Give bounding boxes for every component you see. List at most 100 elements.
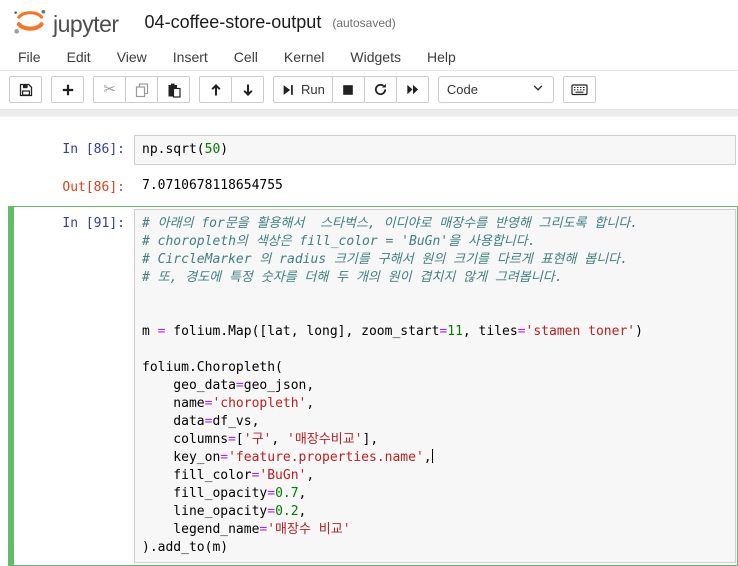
cell-type-value: Code (446, 82, 478, 97)
save-button[interactable] (9, 76, 42, 103)
copy-cell-button[interactable] (125, 76, 158, 103)
menu-item-cell[interactable]: Cell (221, 45, 271, 69)
code-token-plain: legend_name (142, 522, 260, 537)
code-cell: In [86]: np.sqrt(50) Out[86]: 7.07106781186… (8, 132, 738, 200)
output-text: 7.0710678118654755 (142, 178, 283, 193)
fast-forward-icon (405, 82, 420, 97)
add-cell-icon (60, 82, 76, 98)
toolbar-shadow (0, 110, 738, 117)
menu-item-help[interactable]: Help (414, 45, 469, 69)
move-down-icon (240, 82, 256, 98)
save-icon (18, 82, 34, 98)
code-token-comment: # 아래의 for문을 활용해서 스타벅스, 이디야로 매장수를 반영해 그리도… (142, 216, 638, 231)
code-line: # 또, 경도에 특정 숫자를 더해 두 개의 원이 겹치지 않게 그려봅니다. (142, 269, 728, 287)
menu-item-widgets[interactable]: Widgets (337, 45, 414, 69)
code-token-plain: geo_data (142, 378, 236, 393)
menu-item-view[interactable]: View (104, 45, 160, 69)
code-line: geo_data=geo_json, (142, 377, 728, 395)
move-cell-up-button[interactable] (199, 76, 232, 103)
code-token-plain: ) (635, 324, 643, 339)
code-line: # choropleth의 색상은 fill_color = 'BuGn'을 사… (142, 233, 728, 251)
code-token-string: 'stamen toner' (525, 324, 636, 339)
code-token-plain: geo_json, (243, 378, 315, 393)
chevron-down-icon (531, 81, 545, 98)
code-token-number: 11 (447, 324, 463, 339)
cut-cell-button[interactable]: ✂ (93, 76, 126, 103)
code-token-operator: = (235, 378, 244, 393)
code-line: legend_name='매장수 비교' (142, 521, 728, 539)
move-up-icon (208, 82, 224, 98)
code-line: m = folium.Map([lat, long], zoom_start=1… (142, 323, 728, 341)
input-prompt: In [91]: (62, 216, 125, 231)
code-token-plain: line_opacity (142, 504, 268, 519)
paste-cell-button[interactable] (157, 76, 190, 103)
code-token-plain: key_on (142, 450, 221, 465)
code-token-plain: , (298, 486, 307, 501)
keyboard-icon (571, 82, 588, 97)
code-token-string: '매장수비교' (287, 432, 363, 447)
paste-icon (166, 82, 182, 98)
code-token-plain: , tiles (462, 324, 518, 339)
code-token-plain: np.sqrt( (142, 142, 205, 157)
code-line: np.sqrt(50) (142, 141, 728, 159)
stop-icon (341, 83, 355, 97)
code-token-string: 'BuGn' (259, 468, 307, 483)
code-token-plain: , (423, 450, 432, 465)
code-line: # CircleMarker 의 radius 크기를 구해서 원의 크기를 다… (142, 251, 728, 269)
restart-kernel-button[interactable] (363, 76, 397, 103)
run-button[interactable]: Run (273, 76, 333, 103)
code-token-plain: fill_opacity (142, 486, 268, 501)
code-token-string: '매장수 비교' (267, 522, 351, 537)
code-cell-selected: In [91]: # 아래의 for문을 활용해서 스타벅스, 이디야로 매장수를… (8, 206, 738, 566)
code-token-plain: fill_color (142, 468, 252, 483)
add-cell-button[interactable] (51, 76, 84, 103)
notebook-header: jupyter 04-coffee-store-output (autosave… (0, 0, 738, 44)
move-cell-down-button[interactable] (231, 76, 264, 103)
code-input-area[interactable]: np.sqrt(50) (134, 135, 736, 165)
menu-item-kernel[interactable]: Kernel (271, 45, 337, 69)
command-palette-button[interactable] (562, 76, 596, 103)
code-input-area[interactable]: # 아래의 for문을 활용해서 스타벅스, 이디야로 매장수를 반영해 그리도… (134, 209, 736, 563)
code-token-plain: ) (220, 142, 229, 157)
code-token-comment: # 또, 경도에 특정 숫자를 더해 두 개의 원이 겹치지 않게 그려봅니다. (142, 270, 563, 285)
notebook-title[interactable]: 04-coffee-store-output (145, 12, 322, 33)
interrupt-kernel-button[interactable] (331, 76, 365, 103)
code-token-string: 'feature.properties.name' (228, 450, 424, 465)
code-token-operator: = (228, 432, 236, 447)
code-line: data=df_vs, (142, 413, 728, 431)
code-token-operator: = (267, 504, 276, 519)
output-prompt: Out[86]: (62, 180, 125, 195)
code-token-plain: m (142, 324, 158, 339)
code-line: folium.Choropleth( (142, 359, 728, 377)
restart-icon (373, 82, 388, 97)
code-token-plain: name (142, 396, 205, 411)
menu-item-file[interactable]: File (5, 45, 54, 69)
code-line: fill_opacity=0.7, (142, 485, 728, 503)
code-token-plain: , (271, 432, 288, 447)
code-token-operator: = (267, 486, 276, 501)
toolbar-button-group (199, 76, 264, 103)
code-token-operator: = (220, 450, 229, 465)
code-line: # 아래의 for문을 활용해서 스타벅스, 이디야로 매장수를 반영해 그리도… (142, 215, 728, 233)
cut-icon: ✂ (103, 81, 116, 98)
cell-type-select[interactable]: Code (437, 76, 554, 103)
menu-item-insert[interactable]: Insert (160, 45, 221, 69)
code-token-plain: , (306, 468, 315, 483)
jupyter-logo-icon (10, 6, 50, 38)
restart-run-all-button[interactable] (395, 76, 429, 103)
code-token-number: 0.2 (275, 504, 299, 519)
menubar: File Edit View Insert Cell Kernel Widgets Help (0, 44, 738, 71)
code-token-comment: # CircleMarker 의 radius 크기를 구해서 원의 크기를 다… (142, 252, 628, 267)
code-token-plain: folium.Choropleth( (142, 360, 283, 375)
menu-item-edit[interactable]: Edit (54, 45, 104, 69)
jupyter-logo[interactable]: jupyter (10, 6, 119, 38)
jupyter-wordmark: jupyter (53, 11, 119, 37)
code-token-plain: , (306, 396, 315, 411)
code-token-plain: [ (235, 432, 244, 447)
code-token-string: 'choropleth' (212, 396, 307, 411)
code-line: ).add_to(m) (142, 539, 728, 557)
code-line: name='choropleth', (142, 395, 728, 413)
code-line: line_opacity=0.2, (142, 503, 728, 521)
code-line: fill_color='BuGn', (142, 467, 728, 485)
